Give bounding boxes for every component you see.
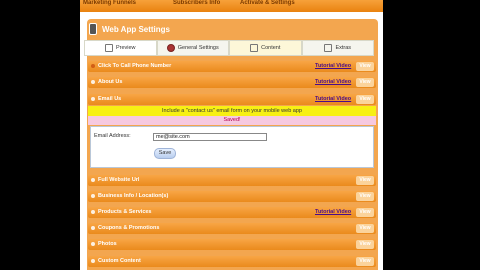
view-button[interactable]: View	[356, 240, 374, 249]
email-icon	[91, 97, 95, 101]
section-coupons-promotions[interactable]: Coupons & Promotions View	[88, 223, 376, 234]
section-photos[interactable]: Photos View	[88, 239, 376, 250]
section-about-us[interactable]: About Us Tutorial Video View	[88, 77, 376, 88]
view-button[interactable]: View	[356, 208, 374, 217]
link-icon	[91, 178, 95, 182]
tab-label: Content	[261, 45, 281, 51]
section-email-us[interactable]: Email Us Tutorial Video View	[88, 94, 376, 105]
photo-icon	[91, 242, 95, 246]
tab-label: General Settings	[177, 45, 219, 51]
tutorial-video-link[interactable]: Tutorial Video	[315, 208, 351, 217]
phone-icon	[91, 64, 95, 68]
tutorial-video-link[interactable]: Tutorial Video	[315, 78, 351, 87]
view-button[interactable]: View	[356, 176, 374, 185]
tab-label: Preview	[115, 45, 136, 51]
nav-item-marketing-funnels[interactable]: Marketing Funnels	[83, 0, 136, 6]
content-icon	[91, 259, 95, 263]
location-icon	[91, 194, 95, 198]
panel-header: Web App Settings	[89, 21, 170, 37]
product-icon	[91, 210, 95, 214]
grid-icon	[324, 44, 333, 52]
email-field[interactable]	[153, 133, 267, 141]
top-nav: Marketing Funnels Subscribers Info Activ…	[80, 0, 383, 12]
phone-icon	[104, 44, 113, 52]
phone-icon	[89, 23, 97, 35]
document-icon	[250, 44, 259, 52]
view-button[interactable]: View	[356, 95, 374, 104]
tab-preview[interactable]: Preview	[84, 40, 157, 56]
view-button[interactable]: View	[356, 224, 374, 233]
section-label: Full Website Url	[98, 177, 140, 183]
nav-item-subscribers-info[interactable]: Subscribers Info	[173, 0, 220, 6]
section-label: Products & Services	[98, 209, 152, 215]
section-label: Coupons & Promotions	[98, 225, 160, 231]
view-button[interactable]: View	[356, 257, 374, 266]
coupon-icon	[91, 226, 95, 230]
email-label: Email Address:	[94, 133, 131, 139]
tab-content[interactable]: Content	[229, 40, 302, 56]
section-label: Business Info / Location(s)	[98, 193, 169, 199]
email-notice: Include a "contact us" email form on you…	[88, 106, 376, 116]
section-click-to-call[interactable]: Click To Call Phone Number Tutorial Vide…	[88, 61, 376, 72]
section-label: Custom Content	[98, 258, 141, 264]
section-label: Click To Call Phone Number	[98, 63, 172, 69]
tab-label: Extras	[335, 45, 352, 51]
section-custom-content[interactable]: Custom Content View	[88, 256, 376, 267]
section-label: Email Us	[98, 96, 122, 102]
view-button[interactable]: View	[356, 192, 374, 201]
tutorial-video-link[interactable]: Tutorial Video	[315, 62, 351, 71]
section-full-website-url[interactable]: Full Website Url View	[88, 175, 376, 186]
nav-item-activate-settings[interactable]: Activate & Settings	[240, 0, 295, 6]
tab-extras[interactable]: Extras	[301, 40, 374, 56]
view-button[interactable]: View	[356, 62, 374, 71]
section-products-services[interactable]: Products & Services Tutorial Video View	[88, 207, 376, 218]
saved-status: Saved!	[88, 116, 376, 125]
section-label: Photos	[98, 241, 117, 247]
section-business-info[interactable]: Business Info / Location(s) View	[88, 191, 376, 202]
save-button[interactable]: Save	[154, 148, 176, 159]
gear-icon	[166, 44, 175, 52]
settings-tabs: Preview General Settings Content Extras	[84, 40, 374, 56]
section-label: About Us	[98, 79, 123, 85]
panel-title: Web App Settings	[102, 24, 170, 34]
tutorial-video-link[interactable]: Tutorial Video	[315, 95, 351, 104]
view-button[interactable]: View	[356, 78, 374, 87]
info-icon	[91, 80, 95, 84]
tab-general-settings[interactable]: General Settings	[156, 40, 229, 56]
